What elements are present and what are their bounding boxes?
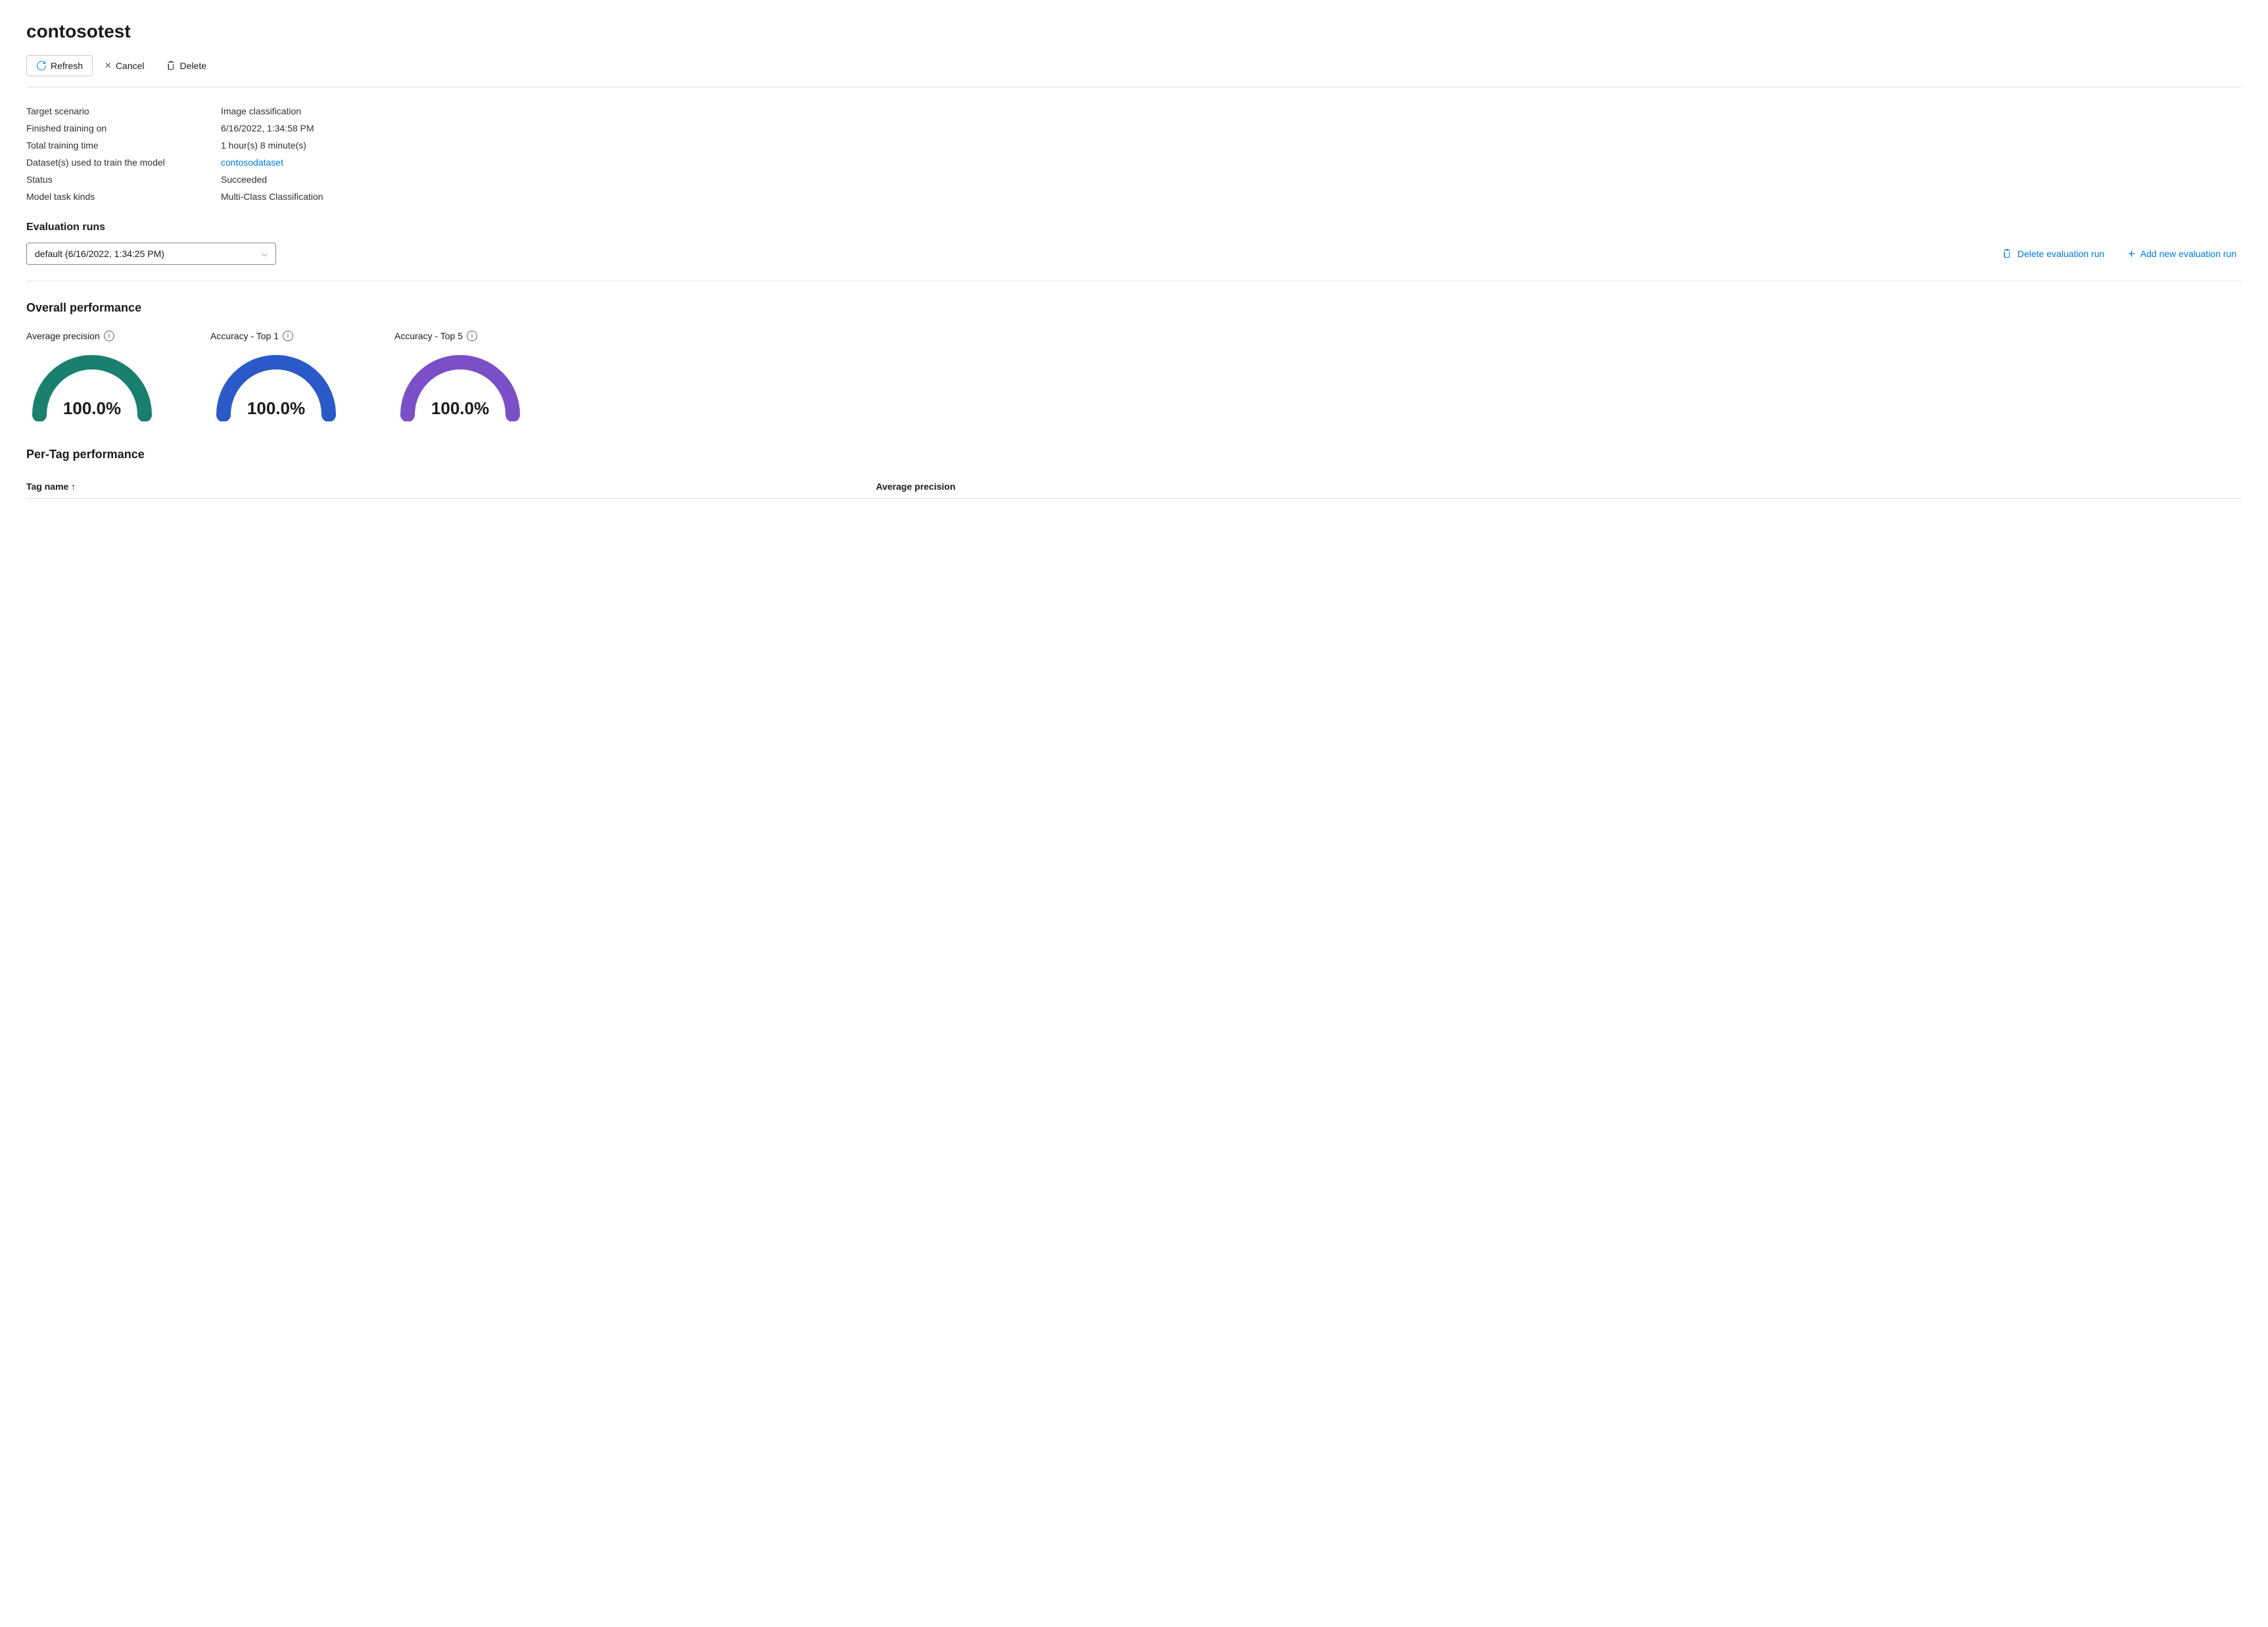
refresh-icon <box>36 60 47 71</box>
gauge-value: 100.0% <box>63 398 121 419</box>
delete-eval-run-label: Delete evaluation run <box>2018 248 2104 259</box>
info-label: Total training time <box>26 140 210 151</box>
gauge-label: Accuracy - Top 1 i <box>210 331 293 341</box>
table-column-header: Average precision <box>876 475 2242 499</box>
eval-actions: Delete evaluation run + Add new evaluati… <box>1996 244 2242 264</box>
info-value: 1 hour(s) 8 minute(s) <box>221 140 2242 151</box>
info-label: Status <box>26 174 210 185</box>
info-label: Target scenario <box>26 106 210 116</box>
info-value-link[interactable]: contosodataset <box>221 157 2242 168</box>
evaluation-runs-section-title: Evaluation runs <box>26 222 2242 233</box>
overall-performance-title: Overall performance <box>26 301 2242 315</box>
add-eval-run-button[interactable]: + Add new evaluation run <box>2123 244 2242 264</box>
delete-label: Delete <box>180 60 206 71</box>
cancel-button[interactable]: ✕ Cancel <box>95 56 154 76</box>
gauges-row: Average precision i 100.0%Accuracy - Top… <box>26 331 2242 421</box>
eval-run-dropdown[interactable]: default (6/16/2022, 1:34:25 PM) ⌵ <box>26 243 276 265</box>
info-label: Finished training on <box>26 123 210 133</box>
delete-eval-run-button[interactable]: Delete evaluation run <box>1996 245 2110 263</box>
eval-controls: default (6/16/2022, 1:34:25 PM) ⌵ Delete… <box>26 243 2242 281</box>
gauge-label-text: Accuracy - Top 5 <box>394 331 463 341</box>
per-tag-table: Tag name ↑Average precision <box>26 475 2242 499</box>
info-label: Dataset(s) used to train the model <box>26 157 210 168</box>
chevron-down-icon: ⌵ <box>262 249 268 259</box>
cancel-icon: ✕ <box>105 60 112 71</box>
gauge-label: Accuracy - Top 5 i <box>394 331 477 341</box>
eval-run-dropdown-value: default (6/16/2022, 1:34:25 PM) <box>35 248 164 259</box>
delete-eval-icon <box>2002 248 2012 259</box>
info-grid: Target scenario Image classification Finis… <box>26 106 2242 202</box>
gauge-item: Average precision i 100.0% <box>26 331 158 421</box>
info-value: Multi-Class Classification <box>221 191 2242 202</box>
delete-icon <box>166 60 176 71</box>
gauge-label-text: Accuracy - Top 1 <box>210 331 279 341</box>
info-icon: i <box>104 331 114 341</box>
per-tag-performance-title: Per-Tag performance <box>26 448 2242 461</box>
gauge-container: 100.0% <box>210 349 342 421</box>
refresh-label: Refresh <box>51 60 83 71</box>
delete-button[interactable]: Delete <box>156 56 216 76</box>
gauge-item: Accuracy - Top 5 i 100.0% <box>394 331 526 421</box>
gauge-container: 100.0% <box>394 349 526 421</box>
per-tag-table-header: Tag name ↑Average precision <box>26 475 2242 499</box>
gauge-item: Accuracy - Top 1 i 100.0% <box>210 331 342 421</box>
add-eval-run-label: Add new evaluation run <box>2140 248 2236 259</box>
gauge-label-text: Average precision <box>26 331 100 341</box>
info-icon: i <box>467 331 477 341</box>
info-value: Image classification <box>221 106 2242 116</box>
refresh-button[interactable]: Refresh <box>26 55 93 76</box>
page-title: contosotest <box>26 21 2242 42</box>
gauge-label: Average precision i <box>26 331 114 341</box>
cancel-label: Cancel <box>116 60 145 71</box>
plus-icon: + <box>2128 248 2135 260</box>
gauge-container: 100.0% <box>26 349 158 421</box>
info-value: 6/16/2022, 1:34:58 PM <box>221 123 2242 133</box>
table-column-header[interactable]: Tag name ↑ <box>26 475 876 499</box>
info-icon: i <box>283 331 293 341</box>
toolbar: Refresh ✕ Cancel Delete <box>26 55 2242 87</box>
gauge-value: 100.0% <box>247 398 305 419</box>
info-label: Model task kinds <box>26 191 210 202</box>
info-value: Succeeded <box>221 174 2242 185</box>
gauge-value: 100.0% <box>431 398 489 419</box>
